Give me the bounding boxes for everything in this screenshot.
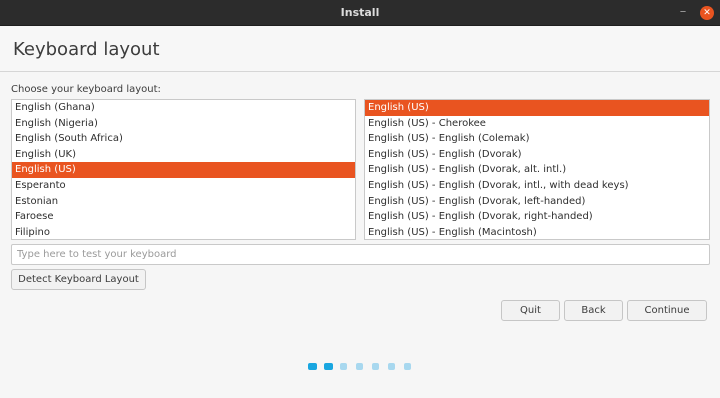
progress-dot — [340, 363, 347, 370]
variant-list-item[interactable]: English (US) - English (Dvorak) — [365, 147, 709, 163]
variant-list-item[interactable]: English (US) - English (Colemak) — [365, 131, 709, 147]
minimize-icon[interactable]: – — [676, 2, 690, 22]
layout-list-item[interactable]: English (UK) — [12, 147, 355, 163]
page-title: Keyboard layout — [13, 39, 160, 60]
quit-button[interactable]: Quit — [501, 300, 560, 321]
page-header: Keyboard layout — [0, 26, 720, 72]
layout-list-item[interactable]: Faroese — [12, 209, 355, 225]
title-bar: Install – ✕ — [0, 0, 720, 26]
close-icon[interactable]: ✕ — [700, 6, 714, 20]
variant-list-item[interactable]: English (US) - English (Dvorak, intl., w… — [365, 178, 709, 194]
keyboard-variant-list[interactable]: English (US) English (US) - Cherokee Engli… — [364, 99, 710, 240]
variant-list-item[interactable]: English (US) — [365, 100, 709, 116]
progress-dot — [372, 363, 379, 370]
layout-list-item[interactable]: English (US) — [12, 162, 355, 178]
variant-list-item[interactable]: English (US) - English (Dvorak, right-ha… — [365, 209, 709, 225]
progress-dot — [404, 363, 411, 370]
variant-list-item[interactable]: English (US) - Cherokee — [365, 116, 709, 132]
progress-dot — [388, 363, 395, 370]
back-button[interactable]: Back — [564, 300, 623, 321]
variant-list-item[interactable]: English (US) - English (Macintosh) — [365, 225, 709, 239]
layout-list-item[interactable]: Esperanto — [12, 178, 355, 194]
variant-list-item[interactable]: English (US) - English (Dvorak, left-han… — [365, 194, 709, 210]
variant-list-item[interactable]: English (US) - English (Dvorak, alt. int… — [365, 162, 709, 178]
keyboard-test-input[interactable] — [11, 244, 710, 265]
layout-list-item[interactable]: English (Nigeria) — [12, 116, 355, 132]
window-title: Install — [340, 6, 380, 19]
progress-dot — [324, 363, 333, 370]
layout-list-item[interactable]: Estonian — [12, 194, 355, 210]
layout-list-item[interactable]: English (Ghana) — [12, 100, 355, 116]
choose-layout-label: Choose your keyboard layout: — [11, 84, 161, 95]
keyboard-layout-list[interactable]: English (Ghana) English (Nigeria) English … — [11, 99, 356, 240]
continue-button[interactable]: Continue — [627, 300, 707, 321]
layout-list-item[interactable]: English (South Africa) — [12, 131, 355, 147]
layout-list-item[interactable]: Filipino — [12, 225, 355, 239]
detect-keyboard-layout-button[interactable]: Detect Keyboard Layout — [11, 269, 146, 290]
progress-dot — [308, 363, 317, 370]
progress-dot — [356, 363, 363, 370]
